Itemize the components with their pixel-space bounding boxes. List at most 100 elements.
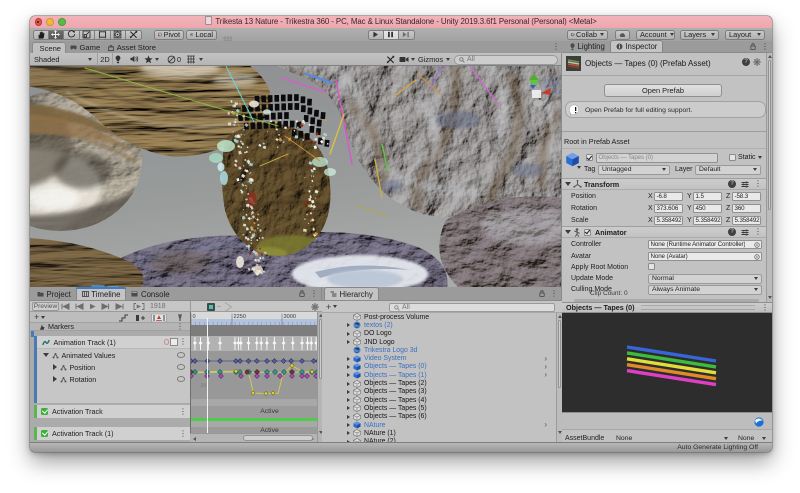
tag-dropdown[interactable]: Untagged [598, 165, 670, 175]
expander-icon[interactable] [347, 365, 350, 369]
rect-tool-button[interactable] [95, 30, 111, 40]
scale-y-field[interactable]: 5.358492 [693, 216, 722, 226]
update-mode-dropdown[interactable]: Normal [648, 274, 762, 284]
hierarchy-search-input[interactable]: All [389, 303, 555, 312]
help-icon[interactable]: ? [728, 228, 736, 236]
transform-menu-icon[interactable]: ⋮ [754, 180, 762, 188]
scene-grid-dropdown[interactable] [186, 53, 203, 65]
custom-tool-button[interactable] [126, 30, 142, 40]
static-checkbox[interactable] [729, 154, 736, 161]
position-y-field[interactable]: 1.5 [693, 192, 722, 202]
eye-icon[interactable] [177, 352, 185, 358]
preview-viewport[interactable] [562, 313, 772, 412]
expander-icon[interactable] [347, 382, 350, 386]
hierarchy-item[interactable]: Objects — Tapes (6) [322, 413, 552, 421]
scene-search-input[interactable]: All [454, 55, 558, 65]
shading-mode-dropdown[interactable]: Shaded [34, 53, 92, 65]
play-button[interactable] [368, 30, 384, 40]
preview-header[interactable]: Objects — Tapes (0) ⋮ [562, 302, 772, 313]
object-picker-icon[interactable] [754, 242, 760, 248]
markers-menu-icon[interactable]: ⋮ [176, 323, 184, 331]
account-dropdown[interactable]: Account [636, 30, 675, 40]
hierarchy-item[interactable]: DO Logo [322, 330, 552, 338]
controller-field[interactable]: None (Runtime Animator Controller) [648, 240, 762, 250]
inspector-vscrollbar[interactable] [766, 53, 772, 302]
timeline-tracks-area[interactable]: Active Active 02250300038 [190, 312, 317, 433]
hand-tool-button[interactable] [33, 30, 49, 40]
tab-console[interactable]: Console [126, 288, 174, 300]
expander-icon[interactable] [347, 340, 350, 344]
rotation-y-field[interactable]: 450 [693, 204, 722, 214]
hierarchy-item[interactable]: Post-process Volume [322, 313, 552, 321]
rotation-x-field[interactable]: 373.606 [654, 204, 683, 214]
rotate-tool-button[interactable] [64, 30, 80, 40]
name-field[interactable]: Objects — Tapes (0) [596, 153, 718, 163]
move-tool-button[interactable] [49, 30, 65, 40]
culling-mode-dropdown[interactable]: Always Animate [648, 285, 762, 295]
tab-asset-store[interactable]: Asset Store [104, 42, 160, 53]
step-button[interactable] [399, 30, 415, 40]
timeline-breadcrumb[interactable]: .. [217, 302, 221, 309]
position-row[interactable]: Position [37, 361, 191, 373]
tab-project[interactable]: Project [32, 288, 76, 300]
animator-menu-icon[interactable]: ⋮ [754, 228, 762, 236]
hierarchy-item[interactable]: Objects — Tapes (4) [322, 396, 552, 404]
preview-toggle[interactable]: Preview [32, 302, 59, 311]
scene-viewport[interactable] [30, 66, 562, 287]
layer-dropdown[interactable]: Default [695, 165, 761, 175]
inspector-menu-icon[interactable]: ⋮ [761, 43, 769, 51]
animator-header[interactable]: Animator ? ⋮ [562, 226, 766, 238]
hierarchy-item[interactable]: Video System› [322, 355, 552, 363]
tab-lighting[interactable]: Lighting [565, 41, 610, 52]
expander-icon[interactable] [347, 406, 350, 410]
cloud-button[interactable] [615, 30, 630, 40]
help-icon[interactable]: ? [728, 180, 736, 188]
prefab-open-chevron[interactable]: › [544, 371, 547, 379]
expander-icon[interactable] [347, 431, 350, 435]
hierarchy-item[interactable]: JND Logo [322, 338, 552, 346]
lock-icon[interactable] [299, 290, 305, 297]
scene-audio-toggle[interactable] [130, 53, 139, 65]
hierarchy-item[interactable]: Objects — Tapes (2) [322, 379, 552, 387]
hierarchy-item[interactable]: Objects — Tapes (3) [322, 388, 552, 396]
hierarchy-item[interactable]: NAture› [322, 421, 552, 429]
activation-track1-row[interactable]: Activation Track (1) ⋮ [34, 427, 190, 440]
scene-tools-button[interactable] [386, 53, 395, 65]
hierarchy-item[interactable]: Objects — Tapes (0)› [322, 363, 552, 371]
activation-track-menu-icon[interactable]: ⋮ [179, 408, 187, 416]
hierarchy-item[interactable]: Trikestra Logo 3d [322, 346, 552, 354]
hierarchy-item[interactable]: Objects — Tapes (1)› [322, 371, 552, 379]
frame-field[interactable]: 1918 [150, 303, 166, 310]
record-button[interactable] [164, 339, 170, 345]
scene-visibility-toggle[interactable]: 0 [167, 53, 181, 65]
timeline-menu-icon[interactable]: ⋮ [310, 290, 318, 298]
scale-z-field[interactable]: 5.358492 [732, 216, 761, 226]
position-x-field[interactable]: -6.8 [654, 192, 683, 202]
presets-icon[interactable] [741, 229, 749, 236]
tab-timeline[interactable]: Timeline [76, 287, 127, 300]
lock-icon[interactable] [750, 43, 756, 50]
expander-icon[interactable] [347, 332, 350, 336]
scene-tabbar-menu-icon[interactable]: ⋮ [552, 43, 560, 51]
hierarchy-create-button[interactable]: + [326, 304, 337, 310]
icon-picker-arrow[interactable] [577, 166, 581, 169]
expander-icon[interactable] [347, 423, 350, 427]
static-dropdown-arrow[interactable] [758, 156, 762, 159]
tab-inspector[interactable]: Inspector [610, 40, 664, 52]
animation-track-header[interactable]: Animation Track (1) ⋮ [37, 336, 191, 349]
expander-icon[interactable] [347, 373, 350, 377]
open-prefab-button[interactable]: Open Prefab [604, 84, 722, 97]
pause-button[interactable] [384, 30, 400, 40]
transport-controls[interactable] [61, 303, 161, 310]
help-icon[interactable]: ? [742, 58, 750, 66]
timeline-view-toggles[interactable] [118, 314, 188, 322]
animated-values-row[interactable]: Animated Values [37, 349, 191, 361]
track-curves-button[interactable] [170, 338, 178, 346]
prefab-open-chevron[interactable]: › [544, 421, 547, 429]
activation-track-row[interactable]: Activation Track ⋮ [34, 405, 190, 418]
animation-track-menu-icon[interactable]: ⋮ [179, 338, 187, 346]
hierarchy-item[interactable]: textos (2) [322, 321, 552, 329]
markers-row[interactable]: Markers ⋮ [30, 323, 190, 331]
position-z-field[interactable]: -58.3 [732, 192, 761, 202]
collab-dropdown[interactable]: Collab [567, 30, 608, 40]
